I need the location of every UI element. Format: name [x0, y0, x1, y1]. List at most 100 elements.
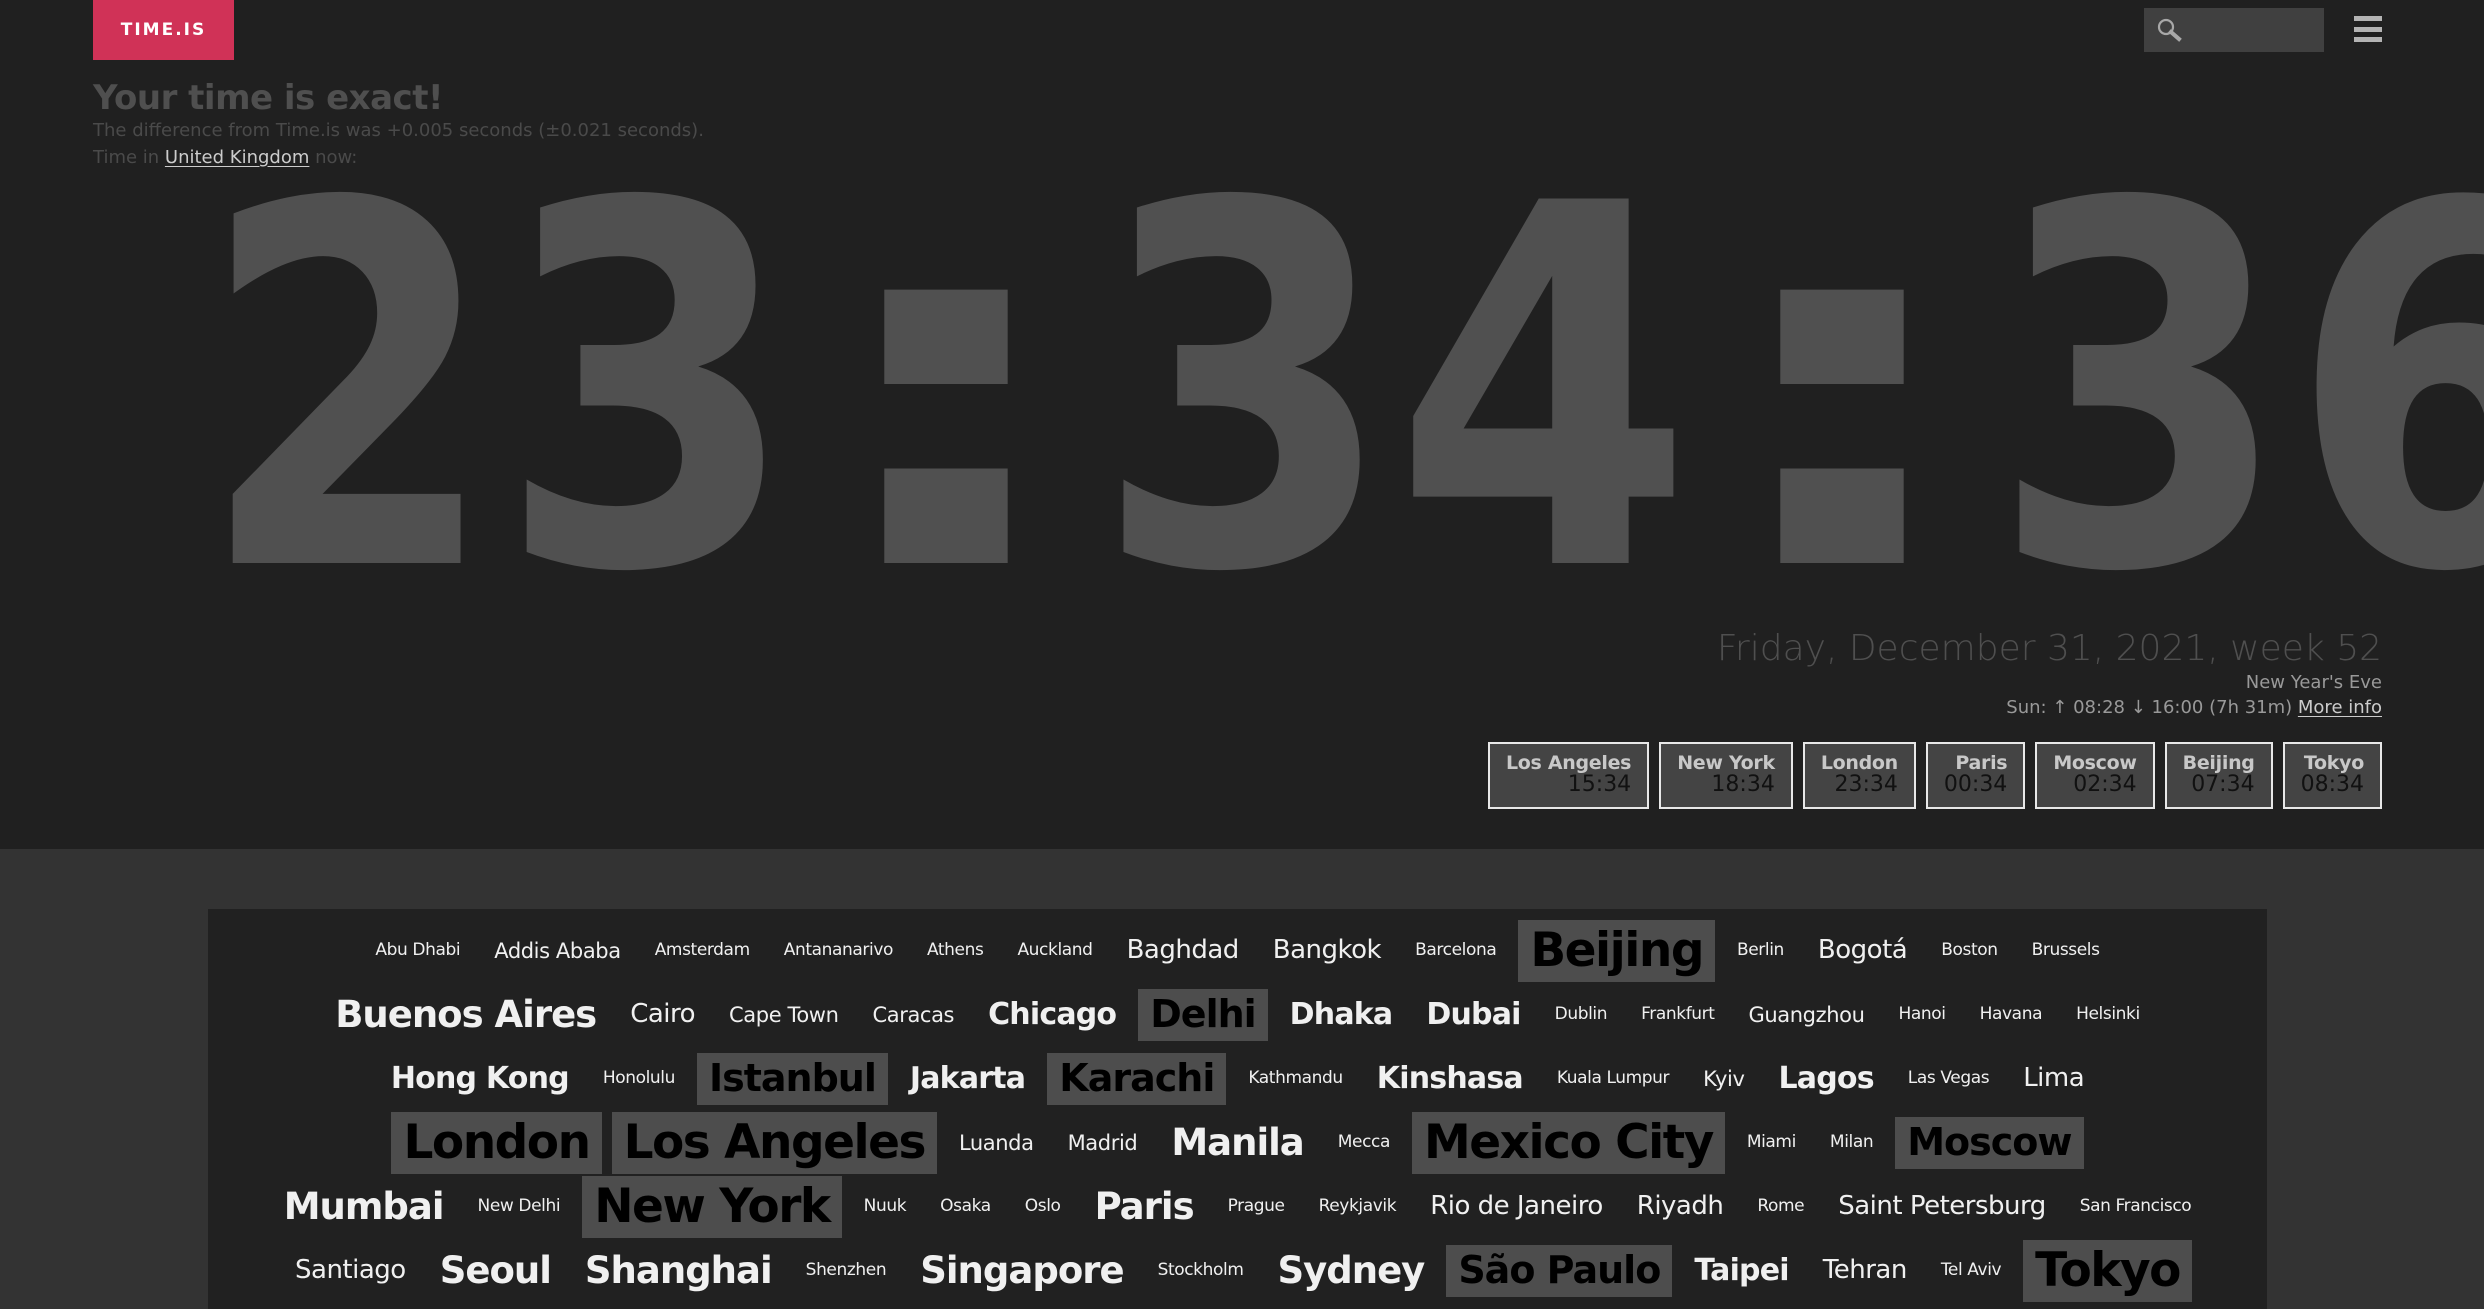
city-link[interactable]: San Francisco: [2068, 1197, 2204, 1217]
city-link[interactable]: Nuuk: [852, 1197, 919, 1217]
zone-time: 15:34: [1567, 772, 1632, 797]
city-link[interactable]: Frankfurt: [1629, 1005, 1726, 1025]
city-link[interactable]: Mexico City: [1412, 1111, 1725, 1175]
city-link[interactable]: Tehran: [1811, 1255, 1919, 1286]
zone-city: Tokyo: [2303, 752, 2364, 774]
city-link[interactable]: Rome: [1745, 1197, 1816, 1217]
city-link[interactable]: Hanoi: [1887, 1005, 1958, 1025]
zone-box[interactable]: New York 18:34: [1659, 742, 1793, 809]
city-link[interactable]: Saint Petersburg: [1826, 1191, 2058, 1222]
city-link[interactable]: Reykjavik: [1307, 1197, 1409, 1217]
city-link[interactable]: Antananarivo: [772, 941, 905, 961]
city-link[interactable]: Cape Town: [717, 1003, 850, 1027]
zone-box[interactable]: Los Angeles 15:34: [1487, 742, 1650, 809]
logo-home-link[interactable]: TIME.IS: [93, 0, 234, 60]
city-link[interactable]: Miami: [1735, 1133, 1808, 1153]
city-link[interactable]: Athens: [915, 941, 995, 961]
city-link[interactable]: Paris: [1083, 1185, 1206, 1229]
city-link[interactable]: London: [391, 1111, 602, 1175]
city-link[interactable]: Milan: [1818, 1133, 1885, 1153]
city-link[interactable]: Seoul: [428, 1249, 563, 1293]
zone-city: Paris: [1955, 752, 2008, 774]
city-link[interactable]: Shenzhen: [794, 1261, 899, 1281]
city-link[interactable]: Las Vegas: [1896, 1069, 2001, 1089]
city-link[interactable]: Manila: [1159, 1121, 1315, 1165]
city-link[interactable]: Amsterdam: [643, 941, 762, 961]
city-link[interactable]: Kathmandu: [1236, 1069, 1354, 1089]
city-link[interactable]: Mecca: [1326, 1133, 1402, 1153]
more-info-link[interactable]: More info: [2298, 697, 2382, 718]
city-link[interactable]: Buenos Aires: [323, 993, 608, 1037]
city-link[interactable]: Beijing: [1518, 919, 1715, 983]
city-link[interactable]: Los Angeles: [611, 1111, 937, 1175]
zone-time: 23:34: [1834, 772, 1898, 797]
city-link[interactable]: Dubai: [1414, 997, 1532, 1033]
city-link[interactable]: Bogotá: [1806, 935, 1919, 966]
city-link[interactable]: Madrid: [1056, 1131, 1150, 1155]
city-link[interactable]: São Paulo: [1446, 1245, 1673, 1297]
city-link[interactable]: Barcelona: [1403, 941, 1508, 961]
city-link[interactable]: New Delhi: [466, 1197, 573, 1217]
city-link[interactable]: Shanghai: [573, 1249, 784, 1293]
zone-box[interactable]: Beijing 07:34: [2164, 742, 2273, 809]
city-link[interactable]: Osaka: [928, 1197, 1003, 1217]
city-link[interactable]: Mumbai: [272, 1185, 456, 1229]
city-link[interactable]: Baghdad: [1115, 935, 1251, 966]
city-link[interactable]: Jakarta: [898, 1061, 1037, 1097]
city-row: Mumbai New Delhi New York Nuuk Osaka Oslo Pari…: [208, 1175, 2267, 1239]
city-link[interactable]: Chicago: [976, 997, 1128, 1033]
city-link[interactable]: Lima: [2011, 1063, 2096, 1094]
city-link[interactable]: Prague: [1216, 1197, 1297, 1217]
city-link[interactable]: Cairo: [618, 999, 707, 1030]
city-link[interactable]: Boston: [1929, 941, 2009, 961]
city-link[interactable]: Brussels: [2020, 941, 2112, 961]
hamburger-menu-icon[interactable]: [2354, 16, 2382, 42]
zone-time: 18:34: [1711, 772, 1775, 797]
city-link[interactable]: Berlin: [1725, 941, 1796, 961]
city-link[interactable]: Kinshasa: [1365, 1061, 1535, 1097]
city-link[interactable]: Oslo: [1013, 1197, 1073, 1217]
city-link[interactable]: Caracas: [860, 1003, 966, 1027]
big-clock: 23 : 34 : 36: [150, 140, 2484, 640]
city-link[interactable]: Istanbul: [696, 1053, 888, 1105]
city-link[interactable]: Tokyo: [2023, 1239, 2192, 1303]
city-link[interactable]: Addis Ababa: [482, 939, 632, 963]
city-link[interactable]: Singapore: [908, 1249, 1135, 1293]
city-link[interactable]: Santiago: [283, 1255, 418, 1286]
zone-box[interactable]: Moscow 02:34: [2035, 742, 2155, 809]
city-link[interactable]: Stockholm: [1146, 1261, 1256, 1281]
zone-city: London: [1820, 752, 1898, 774]
zone-box[interactable]: Paris 00:34: [1925, 742, 2026, 809]
city-link[interactable]: Havana: [1968, 1005, 2054, 1025]
city-link[interactable]: Hong Kong: [379, 1061, 581, 1097]
city-link[interactable]: Delhi: [1138, 989, 1268, 1041]
city-link[interactable]: Kuala Lumpur: [1545, 1069, 1681, 1089]
city-link[interactable]: Karachi: [1047, 1053, 1227, 1105]
city-link[interactable]: New York: [582, 1175, 842, 1239]
city-link[interactable]: Lagos: [1766, 1061, 1885, 1097]
city-link[interactable]: Luanda: [947, 1131, 1046, 1155]
city-link[interactable]: Taipei: [1682, 1253, 1800, 1289]
city-link[interactable]: Kyiv: [1691, 1067, 1756, 1091]
zone-time: 00:34: [1943, 772, 2008, 797]
city-link[interactable]: Auckland: [1005, 941, 1104, 961]
city-link[interactable]: Moscow: [1895, 1117, 2084, 1169]
search-input[interactable]: [2188, 10, 2308, 50]
city-link[interactable]: Sydney: [1266, 1249, 1437, 1293]
city-link[interactable]: Honolulu: [591, 1069, 687, 1089]
clock-hours: 23: [198, 99, 798, 681]
zone-box[interactable]: Tokyo 08:34: [2282, 742, 2382, 809]
city-link[interactable]: Bangkok: [1261, 935, 1393, 966]
city-link[interactable]: Riyadh: [1625, 1191, 1736, 1222]
city-link[interactable]: Dublin: [1543, 1005, 1619, 1025]
search-icon: [2157, 18, 2182, 42]
city-link[interactable]: Tel Aviv: [1929, 1261, 2013, 1281]
city-link[interactable]: Abu Dhabi: [363, 941, 472, 961]
city-link[interactable]: Rio de Janeiro: [1418, 1191, 1615, 1222]
city-link[interactable]: Guangzhou: [1737, 1003, 1877, 1027]
city-link[interactable]: Dhaka: [1278, 997, 1405, 1033]
search-box[interactable]: [2144, 8, 2324, 52]
zone-box[interactable]: London 23:34: [1802, 742, 1916, 809]
city-link[interactable]: Helsinki: [2064, 1005, 2152, 1025]
date-line: Friday, December 31, 2021, week 52: [1716, 628, 2382, 669]
